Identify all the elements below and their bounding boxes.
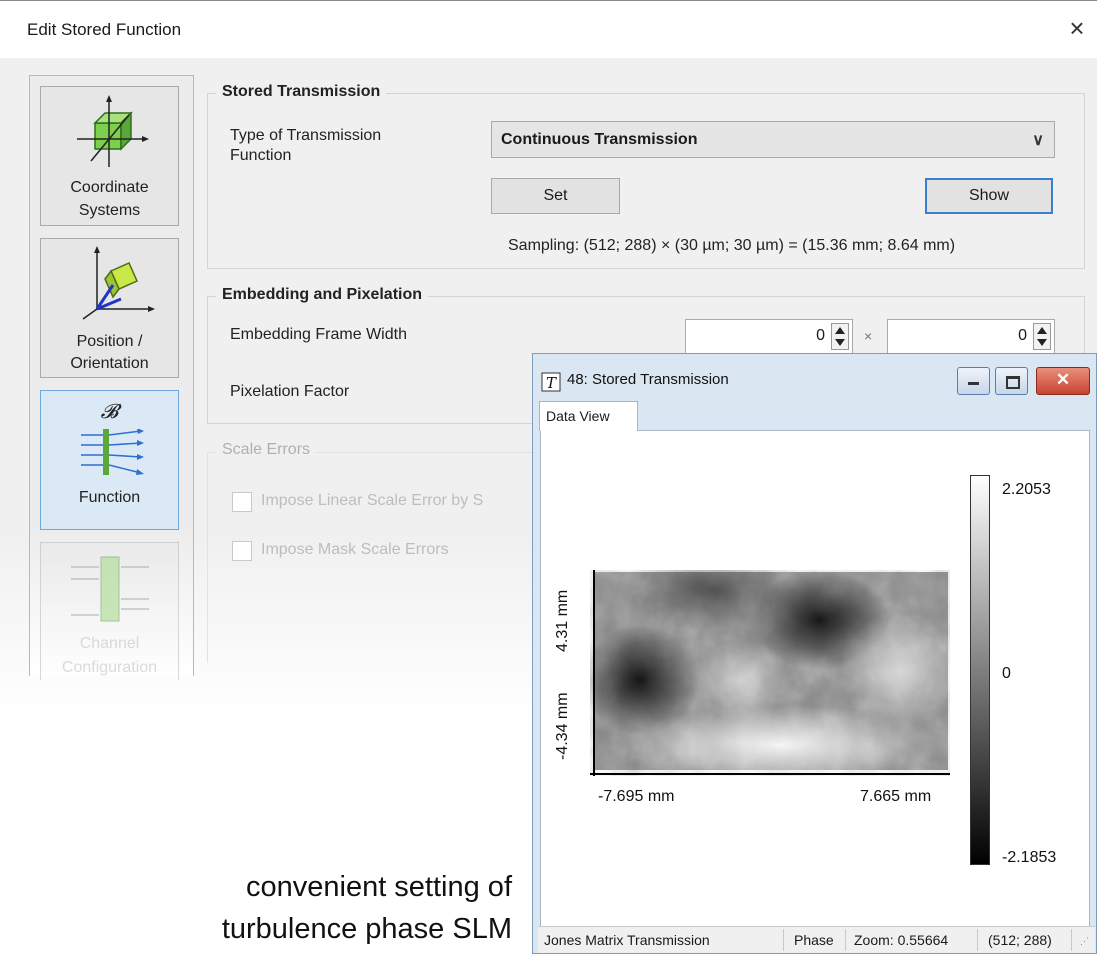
position-orientation-icon	[82, 246, 155, 320]
show-button[interactable]: Show	[925, 178, 1053, 214]
dialog-title: Edit Stored Function	[27, 20, 182, 39]
group-title: Stored Transmission	[216, 83, 387, 101]
window-title: 48: Stored Transmission	[567, 371, 729, 388]
y-axis-top-label: 4.31 mm	[554, 589, 571, 652]
times-separator: ×	[864, 328, 873, 344]
sidebar-item-position-orientation[interactable]: Position / Orientation	[40, 238, 179, 378]
set-button[interactable]: Set	[491, 178, 620, 214]
sidebar-item-label: Position /	[76, 333, 143, 350]
tab-data-view[interactable]: Data View	[539, 401, 638, 431]
transmission-type-dropdown[interactable]: Continuous Transmission ∨	[491, 121, 1055, 158]
minimize-button[interactable]	[957, 367, 990, 395]
mask-scale-errors-checkbox[interactable]	[232, 541, 252, 561]
x-axis-max-label: 7.665 mm	[860, 788, 932, 805]
group-title: Scale Errors	[216, 441, 317, 459]
phase-map-image	[590, 570, 950, 776]
window-close-button[interactable]: ✕	[1036, 367, 1090, 395]
caption-text: convenient setting of turbulence phase S…	[221, 871, 512, 945]
chevron-down-icon: ∨	[1032, 132, 1044, 149]
x-axis-min-label: -7.695 mm	[598, 788, 675, 805]
embedding-frame-width-label: Embedding Frame Width	[230, 326, 407, 343]
colorbar-mid-label: 0	[1002, 665, 1011, 682]
group-title: Embedding and Pixelation	[216, 286, 429, 304]
frame-width-x-input[interactable]: 0	[685, 319, 853, 354]
channel-config-icon	[71, 556, 149, 622]
status-size: (512; 288)	[988, 932, 1052, 948]
sidebar-item-label: Orientation	[70, 355, 149, 372]
close-icon[interactable]: ×	[1064, 15, 1090, 42]
linear-scale-error-checkbox[interactable]	[232, 492, 252, 512]
checkbox-label: Impose Linear Scale Error by S	[261, 492, 484, 509]
sidebar-item-label: Function	[78, 489, 141, 506]
status-bar: Jones Matrix Transmission Phase Zoom: 0.…	[538, 926, 1095, 953]
sidebar-item-label: Systems	[78, 202, 141, 219]
svg-text:T: T	[546, 374, 557, 392]
colorbar-min-label: -2.1853	[1002, 849, 1057, 866]
transmission-type-label: Type of Transmission Function	[230, 127, 382, 163]
maximize-button[interactable]	[995, 367, 1028, 395]
dialog-top-border	[0, 0, 1097, 1]
status-zoom: Zoom: 0.55664	[854, 932, 949, 948]
phase-plot	[590, 570, 950, 776]
pixelation-factor-label: Pixelation Factor	[230, 383, 350, 400]
resize-grip-icon[interactable]: ⋰	[1080, 936, 1089, 947]
y-axis-bottom-label: -4.34 mm	[554, 692, 571, 760]
status-component: Phase	[794, 932, 834, 948]
sidebar-item-label: Configuration	[61, 659, 158, 676]
close-icon: ✕	[1055, 370, 1071, 389]
colorbar-max-label: 2.2053	[1002, 481, 1051, 498]
spinner-arrows-icon[interactable]	[1033, 323, 1051, 350]
status-mode: Jones Matrix Transmission	[544, 932, 710, 948]
spinner-arrows-icon[interactable]	[831, 323, 849, 350]
sidebar-item-label: Coordinate	[70, 179, 149, 196]
sidebar-item-coordinate-systems[interactable]: Coordinate Systems	[40, 86, 179, 226]
maximize-icon	[1006, 376, 1020, 389]
colorbar	[970, 475, 990, 865]
selected-value: Continuous Transmission	[501, 131, 698, 148]
sampling-info: Sampling: (512; 288) × (30 µm; 30 µm) = …	[508, 237, 956, 254]
sidebar-item-function[interactable]: 𝓑 Function	[40, 390, 179, 530]
beam-splitter-icon	[81, 429, 144, 475]
sidebar-item-channel-configuration[interactable]: Channel Configuration	[40, 542, 179, 680]
minimize-icon	[968, 382, 979, 385]
checkbox-label: Impose Mask Scale Errors	[261, 541, 449, 558]
function-glyph: 𝓑	[100, 399, 119, 423]
sidebar-item-label: Channel	[79, 635, 140, 652]
window-app-icon: T	[541, 372, 561, 392]
frame-width-y-input[interactable]: 0	[887, 319, 1055, 354]
coordinate-cube-icon	[77, 95, 149, 167]
